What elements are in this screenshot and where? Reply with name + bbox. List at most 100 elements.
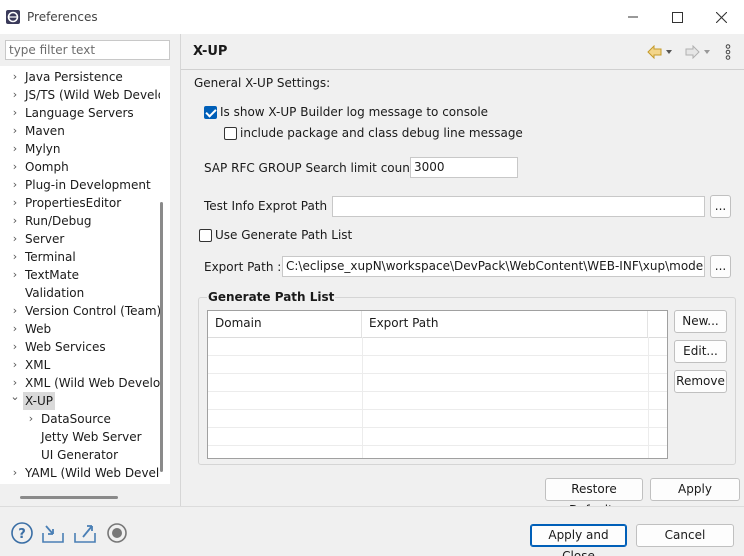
chevron-right-icon[interactable]: › xyxy=(9,104,21,122)
chevron-right-icon[interactable]: › xyxy=(9,302,21,320)
header-divider xyxy=(208,337,667,338)
filter-input[interactable] xyxy=(5,40,170,60)
path-list-table[interactable]: Domain Export Path xyxy=(207,310,668,459)
tree-item[interactable]: › XML (Wild Web Develop xyxy=(0,374,160,392)
tree-item[interactable]: › Java Persistence xyxy=(0,68,160,86)
tree-item-label: Web Services xyxy=(25,340,106,354)
tree-item-label: Mylyn xyxy=(25,142,61,156)
tree-item[interactable]: › YAML (Wild Web Develo xyxy=(0,464,160,482)
tree-item[interactable]: › Oomph xyxy=(0,158,160,176)
tree-item[interactable]: › DataSource xyxy=(0,410,160,428)
chevron-right-icon[interactable]: › xyxy=(9,356,21,374)
chevron-right-icon[interactable]: › xyxy=(9,230,21,248)
row-divider xyxy=(208,391,667,392)
header-separator xyxy=(181,69,744,70)
limit-count-input[interactable]: 3000 xyxy=(410,157,518,178)
tree-item[interactable]: › PropertiesEditor xyxy=(0,194,160,212)
tree-item[interactable]: › Mylyn xyxy=(0,140,160,158)
tree-item[interactable]: › Web Services xyxy=(0,338,160,356)
tree-item[interactable]: › XML xyxy=(0,356,160,374)
column-divider xyxy=(648,337,649,458)
tree-item-label: TextMate xyxy=(25,268,80,282)
tree-item-label: Run/Debug xyxy=(25,214,92,228)
chevron-right-icon[interactable]: › xyxy=(9,464,21,482)
test-path-browse-button[interactable]: ... xyxy=(710,195,731,218)
maximize-icon xyxy=(671,11,683,23)
tree-item[interactable]: › Server xyxy=(0,230,160,248)
tree-item[interactable]: › TextMate xyxy=(0,266,160,284)
chevron-right-icon[interactable]: › xyxy=(9,338,21,356)
tree-item[interactable]: › Language Servers xyxy=(0,104,160,122)
more-vertical-icon xyxy=(725,44,731,60)
tree-horizontal-scrollbar[interactable] xyxy=(20,496,118,499)
remove-button[interactable]: Remove xyxy=(674,370,727,393)
export-path-label: Export Path : xyxy=(204,260,282,274)
chevron-down-icon[interactable]: ⌄ xyxy=(9,392,21,406)
export-path-browse-button[interactable]: ... xyxy=(710,255,731,278)
record-icon[interactable] xyxy=(105,521,129,545)
tree-item[interactable]: Validation xyxy=(0,284,160,302)
back-button[interactable] xyxy=(643,42,677,62)
chevron-right-icon[interactable]: › xyxy=(9,68,21,86)
tree-item[interactable]: Jetty Web Server xyxy=(0,428,160,446)
tree-item[interactable]: › Run/Debug xyxy=(0,212,160,230)
tree-item[interactable]: › Web xyxy=(0,320,160,338)
back-arrow-icon xyxy=(647,45,672,59)
import-icon[interactable] xyxy=(41,521,65,545)
view-menu-button[interactable] xyxy=(721,42,735,62)
maximize-button[interactable] xyxy=(654,0,700,34)
tree-item[interactable]: › Terminal xyxy=(0,248,160,266)
tree-item-label: Oomph xyxy=(25,160,69,174)
use-path-list-checkbox[interactable] xyxy=(199,229,212,242)
debug-line-checkbox[interactable] xyxy=(224,127,237,140)
tree-item-label: Jetty Web Server xyxy=(41,430,142,444)
restore-defaults-button[interactable]: Restore Defaults xyxy=(545,478,643,517)
tree-vertical-scrollbar[interactable] xyxy=(160,202,163,472)
tree-item-label: XML (Wild Web Develop xyxy=(25,376,160,390)
tree-item-label: XML xyxy=(25,358,51,372)
export-path-input[interactable]: C:\eclipse_xupN\workspace\DevPack\WebCon… xyxy=(282,256,705,277)
title-bar: Preferences xyxy=(0,0,744,34)
cancel-button[interactable]: Cancel xyxy=(636,524,734,547)
chevron-right-icon[interactable]: › xyxy=(9,158,21,176)
column-divider xyxy=(362,337,363,458)
chevron-right-icon[interactable]: › xyxy=(9,374,21,392)
chevron-right-icon[interactable]: › xyxy=(9,176,21,194)
chevron-right-icon[interactable]: › xyxy=(9,122,21,140)
chevron-right-icon[interactable]: › xyxy=(9,212,21,230)
chevron-right-icon[interactable]: › xyxy=(9,320,21,338)
test-path-input[interactable] xyxy=(332,196,705,217)
close-button[interactable] xyxy=(698,0,744,34)
chevron-right-icon[interactable]: › xyxy=(9,266,21,284)
column-header-export-path[interactable]: Export Path xyxy=(362,311,648,337)
page-title: X-UP xyxy=(193,44,228,59)
edit-button[interactable]: Edit... xyxy=(674,340,727,363)
apply-button[interactable]: Apply xyxy=(650,478,740,501)
chevron-right-icon[interactable]: › xyxy=(9,86,21,104)
apply-and-close-button[interactable]: Apply and Close xyxy=(530,524,627,556)
tree-item-label: Java Persistence xyxy=(25,70,123,84)
tree-item[interactable]: › Plug-in Development xyxy=(0,176,160,194)
chevron-right-icon[interactable]: › xyxy=(9,248,21,266)
chevron-right-icon[interactable]: › xyxy=(9,194,21,212)
tree-item[interactable]: › JS/TS (Wild Web Develo xyxy=(0,86,160,104)
minimize-button[interactable] xyxy=(610,0,656,34)
tree-item-label: Plug-in Development xyxy=(25,178,151,192)
chevron-right-icon[interactable]: › xyxy=(25,410,37,428)
tree-item[interactable]: › Maven xyxy=(0,122,160,140)
generate-path-group-title: Generate Path List xyxy=(207,290,336,304)
help-icon[interactable]: ? xyxy=(10,521,34,545)
export-icon[interactable] xyxy=(73,521,97,545)
new-button[interactable]: New... xyxy=(674,310,727,333)
tree-item-label: X-UP xyxy=(23,392,55,410)
column-header-domain[interactable]: Domain xyxy=(208,311,362,337)
tree-item[interactable]: UI Generator xyxy=(0,446,160,464)
tree-item-label: JS/TS (Wild Web Develo xyxy=(25,88,160,102)
forward-button[interactable] xyxy=(681,42,715,62)
log-message-checkbox[interactable] xyxy=(204,106,217,119)
chevron-right-icon[interactable]: › xyxy=(9,140,21,158)
forward-arrow-icon xyxy=(685,45,710,59)
tree-item-label: Server xyxy=(25,232,65,246)
tree-item[interactable]: ⌄ X-UP xyxy=(0,392,160,410)
tree-item[interactable]: › Version Control (Team) xyxy=(0,302,160,320)
